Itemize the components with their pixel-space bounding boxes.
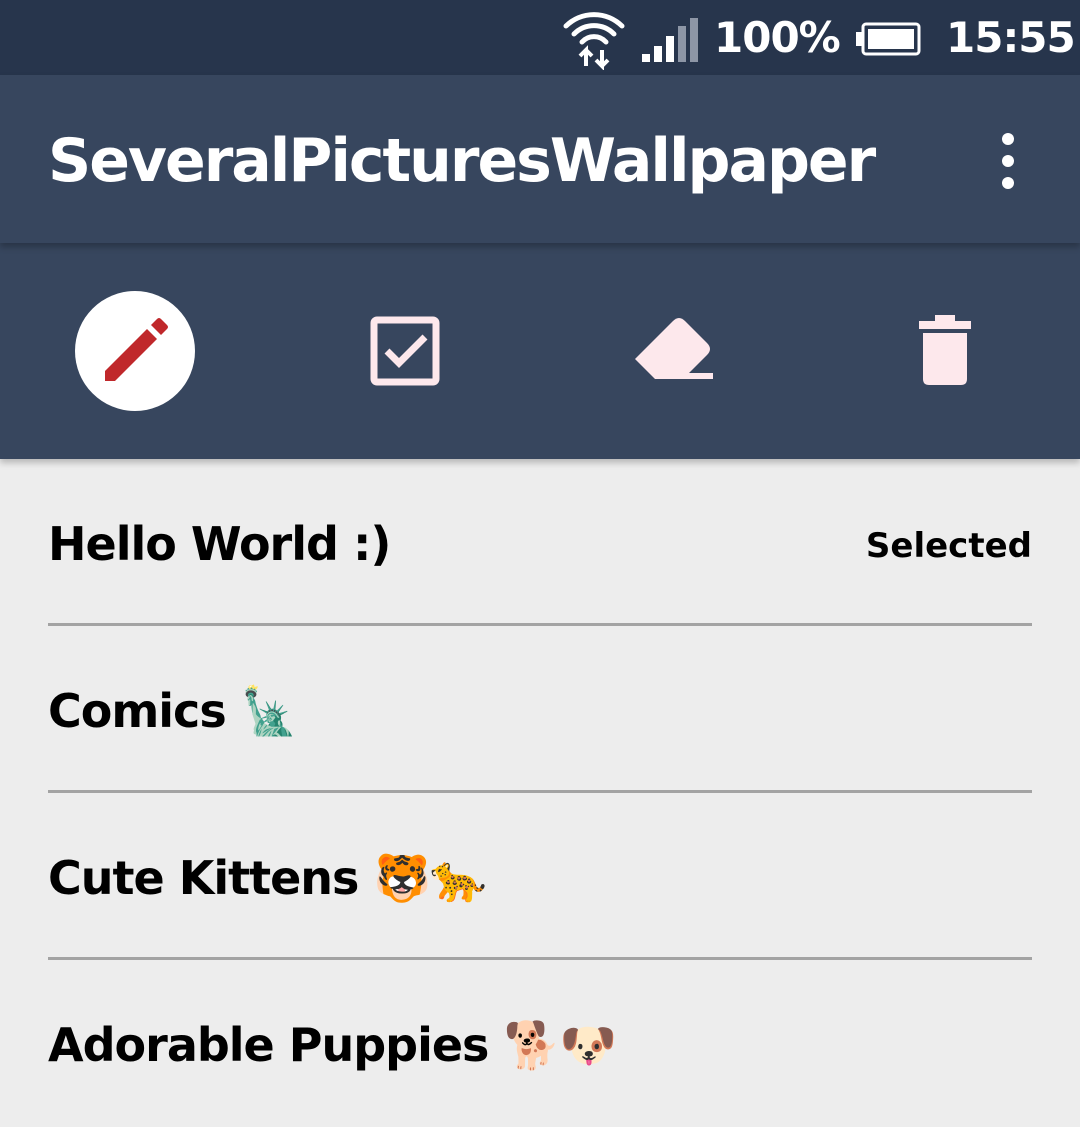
list-item-title: Adorable Puppies 🐕🐶: [48, 1018, 617, 1072]
checkbox-icon: [370, 316, 440, 386]
trash-icon: [919, 315, 971, 385]
signal-icon: [640, 18, 700, 64]
edit-button[interactable]: [75, 291, 195, 411]
selected-label: Selected: [865, 526, 1032, 566]
list-item[interactable]: Adorable Puppies 🐕🐶: [0, 960, 1080, 1127]
list-item-title: Comics 🗽: [48, 684, 298, 738]
select-button[interactable]: [345, 291, 465, 411]
list-item-title: Cute Kittens 🐯🐆: [48, 851, 487, 905]
status-bar: 100% 15:55: [0, 0, 1080, 75]
clock: 15:55: [946, 13, 1076, 62]
list-item-title: Hello World :): [48, 517, 391, 571]
toolbar: [0, 243, 1080, 459]
list-item[interactable]: Comics 🗽: [0, 626, 1080, 793]
wallpaper-list: Hello World :) Selected Comics 🗽 Cute Ki…: [0, 459, 1080, 1127]
pencil-icon: [105, 318, 168, 381]
app-bar: SeveralPicturesWallpaper: [0, 75, 1080, 243]
eraser-icon: [635, 318, 713, 379]
wifi-icon: [562, 6, 626, 70]
delete-button[interactable]: [885, 291, 1005, 411]
battery-percent: 100%: [714, 13, 841, 62]
battery-icon: [856, 22, 922, 56]
list-item[interactable]: Hello World :) Selected: [0, 459, 1080, 626]
app-title: SeveralPicturesWallpaper: [48, 126, 876, 196]
erase-button[interactable]: [615, 291, 735, 411]
list-item[interactable]: Cute Kittens 🐯🐆: [0, 793, 1080, 960]
more-vert-icon[interactable]: [984, 129, 1032, 193]
